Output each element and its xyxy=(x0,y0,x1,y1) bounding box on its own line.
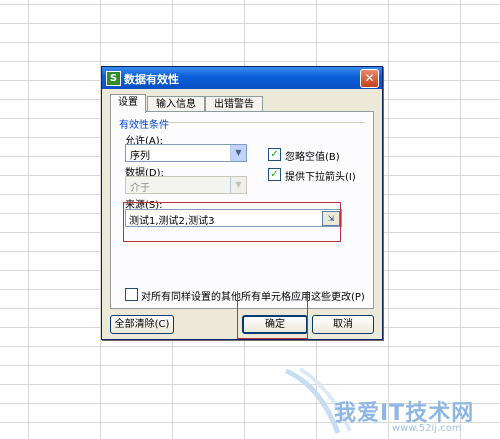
allow-select[interactable]: 序列 ▼ xyxy=(125,144,247,162)
cancel-button[interactable]: 取消 xyxy=(312,315,374,334)
data-select: 介于 ▼ xyxy=(125,176,247,194)
group-divider xyxy=(163,122,365,123)
source-highlight-box xyxy=(123,202,341,242)
chevron-down-icon: ▼ xyxy=(230,177,246,193)
dropdown-arrow-label: 提供下拉箭头(I) xyxy=(285,172,356,183)
chevron-down-icon[interactable]: ▼ xyxy=(230,145,246,161)
dropdown-arrow-checkbox[interactable]: ✓ xyxy=(268,168,281,181)
tab-error-alert[interactable]: 出错警告 xyxy=(205,96,263,112)
data-select-value: 介于 xyxy=(130,183,150,194)
ignore-blank-checkbox[interactable]: ✓ xyxy=(268,148,281,161)
apply-all-checkbox[interactable] xyxy=(125,288,138,301)
ignore-blank-label: 忽略空值(B) xyxy=(285,152,340,163)
tab-settings[interactable]: 设置 xyxy=(110,94,146,113)
close-button[interactable]: ✕ xyxy=(360,69,379,88)
allow-select-value: 序列 xyxy=(130,151,150,162)
watermark: 我爱IT技术网 www.52ij.com xyxy=(280,365,500,439)
clear-all-button[interactable]: 全部清除(C) xyxy=(110,315,174,334)
app-icon: S xyxy=(106,71,121,86)
tab-input-message[interactable]: 输入信息 xyxy=(147,96,205,112)
watermark-url: www.52ij.com xyxy=(392,423,462,434)
settings-panel: 有效性条件 允许(A): 序列 ▼ 数据(D): 介于 ▼ ✓ 忽略空值(B) … xyxy=(110,111,374,309)
dialog-title: 数据有效性 xyxy=(124,73,179,86)
ok-highlight-box xyxy=(237,291,308,339)
group-title: 有效性条件 xyxy=(119,120,169,131)
dialog-titlebar[interactable]: S 数据有效性 ✕ xyxy=(102,67,382,89)
